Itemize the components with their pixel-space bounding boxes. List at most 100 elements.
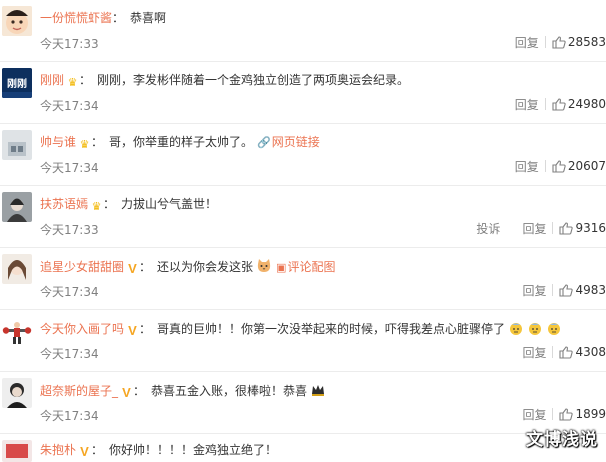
sweat-emoji-icon: [529, 323, 542, 335]
thumbs-up-icon: [559, 283, 574, 297]
comment-actions: 投诉 回复 9316: [476, 219, 606, 237]
comment-item: 超奈斯的屋子_ V：恭喜五金入账，很棒啦！恭喜 今天17:34 回复 1899: [0, 372, 606, 434]
divider: [544, 36, 546, 48]
svg-text:刚刚: 刚刚: [7, 77, 27, 90]
watermark: 文博浅说: [526, 430, 598, 450]
like-button[interactable]: 28583: [552, 35, 606, 49]
verified-v-icon: V: [80, 444, 89, 459]
reply-button[interactable]: 回复: [515, 34, 539, 51]
verified-v-icon: V: [128, 323, 137, 338]
timestamp: 今天17:34: [40, 409, 99, 423]
divider: [552, 284, 554, 296]
comment-text: 哥，你举重的样子太帅了。: [109, 135, 254, 149]
reply-button[interactable]: 回复: [522, 220, 546, 237]
like-button[interactable]: 20607: [552, 159, 606, 173]
like-count: 4308: [575, 345, 606, 359]
avatar[interactable]: [2, 192, 32, 222]
timestamp: 今天17:34: [40, 285, 99, 299]
like-count: 1899: [575, 407, 606, 421]
report-button[interactable]: 投诉: [476, 220, 500, 237]
like-button[interactable]: 9316: [559, 221, 606, 235]
thumbs-up-icon: [552, 159, 566, 173]
timestamp: 今天17:34: [40, 99, 99, 113]
avatar[interactable]: [2, 254, 32, 284]
avatar[interactable]: [2, 440, 32, 462]
reply-button[interactable]: 回复: [522, 406, 546, 423]
like-count: 28583: [567, 35, 606, 49]
comment-text: 恭喜啊: [130, 11, 167, 25]
sweat-emoji-icon: [510, 323, 523, 335]
like-button[interactable]: 24980: [552, 97, 606, 111]
username[interactable]: 刚刚: [40, 73, 64, 87]
avatar[interactable]: [2, 316, 32, 346]
avatar[interactable]: [2, 378, 32, 408]
verified-v-icon: V: [122, 385, 131, 400]
thumbs-up-icon: [559, 345, 574, 359]
comment-text: 力拔山兮气盖世！: [121, 197, 218, 211]
thumbs-up-icon: [559, 221, 574, 235]
like-count: 24980: [567, 97, 606, 111]
like-button[interactable]: 1899: [559, 407, 606, 421]
thumbs-up-icon: [552, 35, 566, 49]
comment-item: 扶苏语嫣 ♛：力拔山兮气盖世！ 今天17:33 投诉 回复 9316: [0, 186, 606, 248]
crown-icon: ♛: [79, 138, 90, 151]
timestamp: 今天17:33: [40, 223, 99, 237]
comment-item: 帅与谁 ♛：哥，你举重的样子太帅了。 🔗网页链接 今天17:34 回复 20607: [0, 124, 606, 186]
reply-button[interactable]: 回复: [522, 344, 546, 361]
comment-item: 一份慌慌虾酱： 恭喜啊 今天17:33 回复 28583: [0, 0, 606, 62]
sweat-emoji-icon: [548, 323, 561, 335]
username[interactable]: 今天你入画了吗: [40, 322, 124, 336]
crown-icon: ♛: [91, 200, 102, 213]
crown-dark-icon: [312, 385, 325, 396]
comment-text: 哥真的巨帅！！你第一次没举起来的时候，吓得我差点心脏骤停了: [157, 322, 506, 336]
thumbs-up-icon: [559, 407, 574, 421]
comment-text: 刚刚，李发彬伴随着一个金鸡独立创造了两项奥运会纪录。: [97, 73, 410, 87]
timestamp: 今天17:33: [40, 37, 99, 51]
comment-actions: 回复 1899: [522, 405, 606, 423]
username[interactable]: 扶苏语嫣: [40, 197, 88, 211]
verified-v-icon: V: [128, 261, 137, 276]
comment-image-link[interactable]: ▣评论配图: [276, 260, 335, 274]
username[interactable]: 朱抱朴: [40, 443, 76, 457]
comment-text: 还以为你会发这张: [157, 260, 254, 274]
avatar[interactable]: 刚刚: [2, 68, 32, 98]
like-count: 9316: [575, 221, 606, 235]
timestamp: 今天17:34: [40, 347, 99, 361]
comment-actions: 回复 20607: [515, 157, 606, 175]
timestamp: 今天17:34: [40, 161, 99, 175]
username[interactable]: 帅与谁: [40, 135, 76, 149]
divider: [552, 408, 554, 420]
username[interactable]: 超奈斯的屋子_: [40, 384, 118, 398]
comment-text: 恭喜五金入账，很棒啦！恭喜: [151, 384, 308, 398]
divider: [544, 160, 546, 172]
image-icon: ▣: [276, 261, 287, 274]
divider: [552, 222, 554, 234]
reply-button[interactable]: 回复: [515, 96, 539, 113]
comment-text: 你好帅！！！！金鸡独立绝了！: [109, 443, 278, 457]
divider: [552, 346, 554, 358]
comment-item: 追星少女甜甜圈 V：还以为你会发这张 ▣评论配图 今天17:34 回复 4983: [0, 248, 606, 310]
username[interactable]: 一份慌慌虾酱: [40, 11, 112, 25]
thumbs-up-icon: [552, 97, 566, 111]
comment-actions: 回复 28583: [515, 33, 606, 51]
web-link[interactable]: 🔗网页链接: [257, 135, 320, 149]
divider: [544, 98, 546, 110]
link-icon: 🔗: [257, 136, 271, 149]
comment-item: 朱抱朴 V：你好帅！！！！金鸡独立绝了！: [0, 434, 606, 462]
comment-item: 刚刚 刚刚 ♛：刚刚，李发彬伴随着一个金鸡独立创造了两项奥运会纪录。 今天17:3…: [0, 62, 606, 124]
crown-icon: ♛: [67, 76, 78, 89]
like-count: 20607: [567, 159, 606, 173]
avatar[interactable]: [2, 6, 32, 36]
comment-actions: 回复 24980: [515, 95, 606, 113]
comment-actions: 回复 4983: [522, 281, 606, 299]
reply-button[interactable]: 回复: [522, 282, 546, 299]
comment-item: 今天你入画了吗 V：哥真的巨帅！！你第一次没举起来的时候，吓得我差点心脏骤停了 今…: [0, 310, 606, 372]
like-count: 4983: [575, 283, 606, 297]
avatar[interactable]: [2, 130, 32, 160]
cat-emoji-icon: [257, 259, 271, 272]
username[interactable]: 追星少女甜甜圈: [40, 260, 124, 274]
like-button[interactable]: 4308: [559, 345, 606, 359]
reply-button[interactable]: 回复: [515, 158, 539, 175]
like-button[interactable]: 4983: [559, 283, 606, 297]
comment-actions: 回复 4308: [522, 343, 606, 361]
